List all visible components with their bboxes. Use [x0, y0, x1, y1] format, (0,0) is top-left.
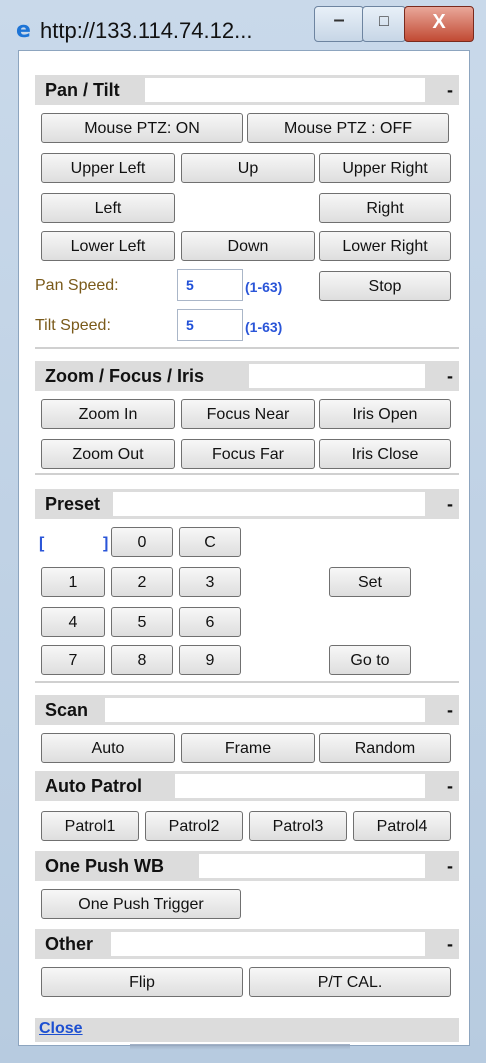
preset-digit-8-button[interactable]: 8: [111, 645, 173, 675]
patrol-2-button[interactable]: Patrol2: [145, 811, 243, 841]
collapse-toggle[interactable]: -: [447, 361, 453, 391]
header-bar: [113, 492, 425, 516]
section-title: Preset: [45, 494, 101, 514]
one-push-trigger-button[interactable]: One Push Trigger: [41, 889, 241, 919]
preset-display-open-bracket: [: [39, 535, 45, 552]
section-header-pan-tilt[interactable]: Pan / Tilt -: [35, 75, 459, 105]
internet-explorer-icon: e: [16, 18, 31, 43]
left-button[interactable]: Left: [41, 193, 175, 223]
zoom-out-button[interactable]: Zoom Out: [41, 439, 175, 469]
section-title: Pan / Tilt: [45, 80, 120, 100]
tilt-speed-label: Tilt Speed:: [35, 317, 111, 334]
window-bottom-edge: [130, 1044, 350, 1050]
preset-digit-5-button[interactable]: 5: [111, 607, 173, 637]
upper-right-button[interactable]: Upper Right: [319, 153, 451, 183]
header-bar: [105, 698, 425, 722]
pan-speed-range: (1-63): [245, 279, 283, 295]
minimize-icon: –: [333, 9, 345, 31]
maximize-button[interactable]: □: [362, 6, 406, 42]
scan-random-button[interactable]: Random: [319, 733, 451, 763]
focus-far-button[interactable]: Focus Far: [181, 439, 315, 469]
collapse-toggle[interactable]: -: [447, 851, 453, 881]
window-title: http://133.114.74.12...: [40, 18, 253, 43]
iris-close-button[interactable]: Iris Close: [319, 439, 451, 469]
section-divider: [35, 681, 459, 683]
collapse-toggle[interactable]: -: [447, 695, 453, 725]
header-bar: [145, 78, 425, 102]
pan-speed-input[interactable]: [177, 269, 243, 301]
collapse-toggle[interactable]: -: [447, 929, 453, 959]
preset-digit-4-button[interactable]: 4: [41, 607, 105, 637]
down-button[interactable]: Down: [181, 231, 315, 261]
tilt-speed-range: (1-63): [245, 319, 283, 335]
upper-left-button[interactable]: Upper Left: [41, 153, 175, 183]
section-header-zoom-focus-iris[interactable]: Zoom / Focus / Iris -: [35, 361, 459, 391]
section-title: Other: [45, 934, 94, 954]
right-button[interactable]: Right: [319, 193, 451, 223]
preset-digit-6-button[interactable]: 6: [179, 607, 241, 637]
section-divider: [35, 473, 459, 475]
lower-left-button[interactable]: Lower Left: [41, 231, 175, 261]
section-header-other[interactable]: Other -: [35, 929, 459, 959]
section-title: Auto Patrol: [45, 776, 142, 796]
section-title: One Push WB: [45, 856, 165, 876]
preset-goto-button[interactable]: Go to: [329, 645, 411, 675]
preset-display-close-bracket: ]: [103, 535, 109, 552]
scan-auto-button[interactable]: Auto: [41, 733, 175, 763]
preset-set-button[interactable]: Set: [329, 567, 411, 597]
browser-window: e http://133.114.74.12... – □ X Pan / Ti…: [0, 0, 486, 1063]
caption-buttons: – □ X: [300, 6, 474, 46]
pan-speed-label: Pan Speed:: [35, 277, 119, 294]
section-title: Zoom / Focus / Iris: [45, 366, 205, 386]
flip-button[interactable]: Flip: [41, 967, 243, 997]
preset-digit-2-button[interactable]: 2: [111, 567, 173, 597]
zoom-in-button[interactable]: Zoom In: [41, 399, 175, 429]
collapse-toggle[interactable]: -: [447, 489, 453, 519]
pt-calibration-button[interactable]: P/T CAL.: [249, 967, 451, 997]
patrol-4-button[interactable]: Patrol4: [353, 811, 451, 841]
header-bar: [199, 854, 425, 878]
section-divider: [35, 347, 459, 349]
close-window-button[interactable]: X: [404, 6, 474, 42]
up-button[interactable]: Up: [181, 153, 315, 183]
preset-digit-0-button[interactable]: 0: [111, 527, 173, 557]
preset-digit-9-button[interactable]: 9: [179, 645, 241, 675]
stop-button[interactable]: Stop: [319, 271, 451, 301]
scan-frame-button[interactable]: Frame: [181, 733, 315, 763]
preset-digit-1-button[interactable]: 1: [41, 567, 105, 597]
section-header-scan[interactable]: Scan -: [35, 695, 459, 725]
header-bar: [111, 932, 425, 956]
focus-near-button[interactable]: Focus Near: [181, 399, 315, 429]
ptz-control-panel: Pan / Tilt - Mouse PTZ: ON Mouse PTZ : O…: [18, 50, 470, 1046]
preset-digit-7-button[interactable]: 7: [41, 645, 105, 675]
mouse-ptz-on-button[interactable]: Mouse PTZ: ON: [41, 113, 243, 143]
header-bar: [175, 774, 425, 798]
minimize-button[interactable]: –: [314, 6, 364, 42]
header-bar: [249, 364, 425, 388]
section-header-auto-patrol[interactable]: Auto Patrol -: [35, 771, 459, 801]
iris-open-button[interactable]: Iris Open: [319, 399, 451, 429]
section-title: Scan: [45, 700, 89, 720]
footer-bar: Close: [35, 1018, 459, 1042]
close-icon: X: [432, 11, 446, 33]
tilt-speed-input[interactable]: [177, 309, 243, 341]
collapse-toggle[interactable]: -: [447, 771, 453, 801]
mouse-ptz-off-button[interactable]: Mouse PTZ : OFF: [247, 113, 449, 143]
lower-right-button[interactable]: Lower Right: [319, 231, 451, 261]
preset-clear-button[interactable]: C: [179, 527, 241, 557]
patrol-1-button[interactable]: Patrol1: [41, 811, 139, 841]
close-link[interactable]: Close: [39, 1020, 83, 1038]
collapse-toggle[interactable]: -: [447, 75, 453, 105]
maximize-icon: □: [379, 13, 389, 30]
patrol-3-button[interactable]: Patrol3: [249, 811, 347, 841]
section-header-one-push-wb[interactable]: One Push WB -: [35, 851, 459, 881]
preset-digit-3-button[interactable]: 3: [179, 567, 241, 597]
section-header-preset[interactable]: Preset -: [35, 489, 459, 519]
